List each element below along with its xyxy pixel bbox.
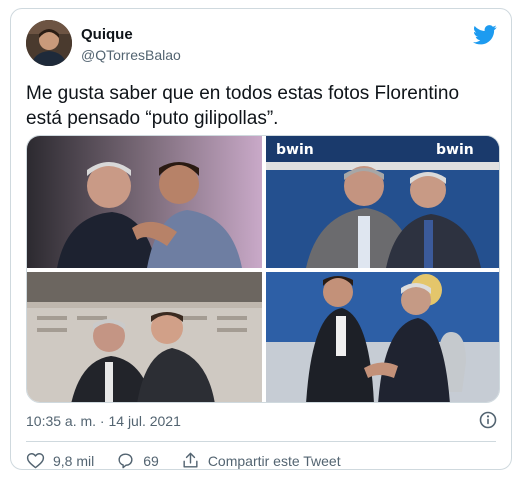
photo-1[interactable] [27, 136, 262, 268]
photo-2[interactable]: bwin bwin [266, 136, 499, 268]
heart-icon [26, 453, 45, 469]
photo-3[interactable] [27, 272, 262, 402]
tweet-card: Quique @QTorresBalao Me gusta saber que … [10, 8, 512, 470]
like-count: 9,8 mil [53, 452, 95, 469]
info-icon[interactable] [479, 411, 497, 429]
twitter-bird-icon[interactable] [473, 25, 497, 45]
photo-4[interactable] [266, 272, 499, 402]
bwin-sign-2: bwin [436, 142, 474, 158]
reply-button[interactable]: 69 [116, 451, 159, 470]
share-button[interactable]: Compartir este Tweet [181, 451, 341, 470]
share-label: Compartir este Tweet [207, 452, 341, 469]
tweet-text: Me gusta saber que en todos estas fotos … [26, 83, 460, 129]
tweet-timestamp[interactable]: 10:35 a. m. · 14 jul. 2021 [26, 413, 181, 429]
reply-count: 69 [143, 452, 159, 469]
avatar[interactable] [26, 20, 72, 66]
author-handle[interactable]: @QTorresBalao [81, 47, 181, 63]
divider [26, 441, 496, 442]
reply-icon [118, 453, 133, 469]
like-button[interactable]: 9,8 mil [26, 451, 94, 470]
author-name[interactable]: Quique [81, 26, 133, 43]
bwin-sign: bwin [276, 142, 314, 158]
media-grid: bwin bwin [26, 135, 500, 403]
share-icon [183, 452, 198, 468]
action-bar: 9,8 mil 69 Compartir este Tweet [26, 451, 363, 470]
